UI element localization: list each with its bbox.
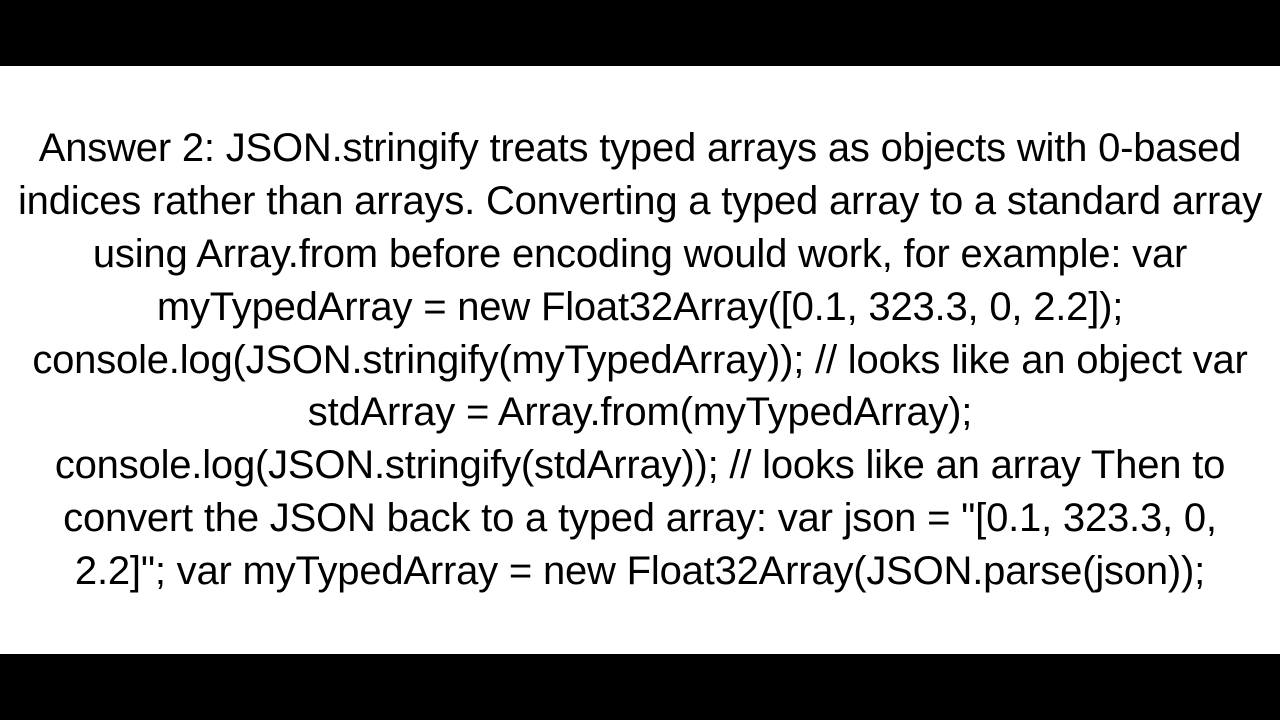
letterbox-bottom [0, 654, 1280, 720]
letterbox-top [0, 0, 1280, 66]
answer-text: Answer 2: JSON.stringify treats typed ar… [16, 122, 1264, 597]
content-area: Answer 2: JSON.stringify treats typed ar… [0, 66, 1280, 654]
